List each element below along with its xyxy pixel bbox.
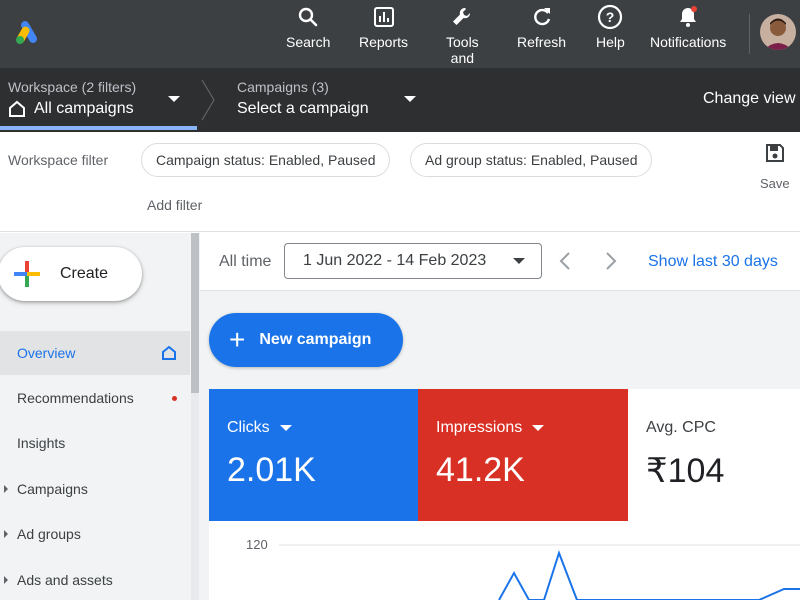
performance-chart-svg <box>279 544 800 600</box>
ad-group-status-chip[interactable]: Ad group status: Enabled, Paused <box>410 143 653 177</box>
previous-period-icon[interactable] <box>556 250 576 272</box>
new-campaign-button[interactable]: + New campaign <box>209 313 403 367</box>
date-range-value: 1 Jun 2022 - 14 Feb 2023 <box>303 252 487 269</box>
impressions-value: 41.2K <box>436 451 525 489</box>
help-icon: ? <box>597 4 623 30</box>
create-button[interactable]: Create <box>0 247 142 301</box>
workspace-filter-label: Workspace filter <box>8 152 109 168</box>
expand-arrow-icon[interactable] <box>4 576 8 584</box>
nav-notifications-label: Notifications <box>650 34 727 50</box>
avg-cpc-label: Avg. CPC <box>646 419 716 436</box>
nav-search[interactable]: Search <box>286 4 330 50</box>
nav-notifications[interactable]: Notifications <box>650 4 726 50</box>
google-ads-logo[interactable] <box>14 19 42 45</box>
show-last-30-days-link[interactable]: Show last 30 days <box>648 253 778 271</box>
campaigns-label: Campaigns (3) <box>237 79 329 95</box>
campaigns-value: Select a campaign <box>237 100 369 117</box>
nav-help-label: Help <box>596 34 625 50</box>
sidebar-item-ad-groups[interactable]: Ad groups <box>0 512 190 556</box>
google-ads-page: Search Reports Tools and Refresh ? Help <box>0 0 800 600</box>
nav-refresh[interactable]: Refresh <box>517 4 566 50</box>
date-range-select[interactable]: 1 Jun 2022 - 14 Feb 2023 <box>284 243 542 279</box>
workspace-value: All campaigns <box>34 100 134 117</box>
avg-cpc-value: ₹104 <box>646 452 725 490</box>
impressions-label: Impressions <box>436 419 523 436</box>
home-icon <box>9 100 25 117</box>
campaign-selector[interactable]: Campaigns (3) Select a campaign <box>237 78 369 120</box>
plus-icon <box>14 261 40 287</box>
sidebar-item-overview[interactable]: Overview <box>0 331 190 375</box>
sidebar-item-label: Recommendations <box>17 390 134 406</box>
clicks-label: Clicks <box>227 419 270 436</box>
date-range-label: All time <box>219 253 272 270</box>
workspace-active-indicator <box>0 126 197 130</box>
save-icon <box>765 144 784 162</box>
svg-text:?: ? <box>606 9 615 25</box>
expand-arrow-icon[interactable] <box>4 530 8 538</box>
avatar[interactable] <box>760 14 796 50</box>
sidebar-item-campaigns[interactable]: Campaigns <box>0 467 190 511</box>
clicks-series-line <box>498 549 800 600</box>
breadcrumb-chevron-icon <box>201 79 215 121</box>
sidebar-item-insights[interactable]: Insights <box>0 421 190 465</box>
avg-cpc-metric-card[interactable]: Avg. CPC ₹104 <box>628 389 800 521</box>
sidebar-item-label: Ads and assets <box>17 572 113 588</box>
filter-bar <box>0 132 800 232</box>
workspace-caret-icon[interactable] <box>168 96 180 102</box>
clicks-value: 2.01K <box>227 451 316 489</box>
next-period-icon[interactable] <box>600 250 620 272</box>
change-view-button[interactable]: Change view <box>703 90 796 108</box>
chevron-down-icon[interactable] <box>532 425 545 431</box>
add-filter-button[interactable]: Add filter <box>147 197 202 213</box>
home-icon <box>162 345 176 360</box>
workspace-label: Workspace (2 filters) <box>8 79 137 95</box>
impressions-metric-card[interactable]: Impressions 41.2K <box>418 389 628 521</box>
plus-icon: + <box>229 324 246 355</box>
tools-icon <box>449 4 475 30</box>
clicks-metric-card[interactable]: Clicks 2.01K <box>209 389 418 521</box>
sidebar-item-label: Ad groups <box>17 526 81 542</box>
workspace-selector[interactable]: Workspace (2 filters) All campaigns <box>8 78 136 120</box>
nav-refresh-label: Refresh <box>517 34 567 50</box>
sidebar-item-label: Campaigns <box>17 481 88 497</box>
search-icon <box>295 4 321 30</box>
nav-reports-label: Reports <box>359 34 409 50</box>
sidebar-item-recommendations[interactable]: Recommendations <box>0 376 190 420</box>
bell-icon <box>675 4 701 30</box>
save-label: Save <box>760 176 790 191</box>
campaign-status-chip[interactable]: Campaign status: Enabled, Paused <box>141 143 391 177</box>
chevron-down-icon[interactable] <box>513 258 525 264</box>
notification-dot <box>172 395 177 401</box>
nav-tools[interactable]: Tools and <box>446 4 479 66</box>
workspace-bar: Workspace (2 filters) All campaigns Camp… <box>0 68 800 132</box>
reports-icon <box>371 4 397 30</box>
nav-help[interactable]: ? Help <box>596 4 625 50</box>
top-divider <box>749 14 750 54</box>
sidebar-scrollbar-thumb[interactable] <box>191 233 199 393</box>
expand-arrow-icon[interactable] <box>4 485 8 493</box>
sidebar-item-ads-and-assets[interactable]: Ads and assets <box>0 558 190 600</box>
chevron-down-icon[interactable] <box>279 425 292 431</box>
create-label: Create <box>60 265 109 282</box>
nav-reports[interactable]: Reports <box>359 4 408 50</box>
nav-search-label: Search <box>286 34 331 50</box>
chart-y-tick: 120 <box>246 537 268 552</box>
performance-chart <box>209 521 800 600</box>
nav-tools-label: Tools and <box>446 34 479 66</box>
save-button[interactable]: Save <box>760 142 790 191</box>
campaign-caret-icon[interactable] <box>404 96 416 102</box>
sidebar-item-label: Insights <box>17 435 66 451</box>
sidebar-item-label: Overview <box>17 345 76 361</box>
refresh-icon <box>529 4 555 30</box>
top-bar: Search Reports Tools and Refresh ? Help <box>0 0 800 68</box>
new-campaign-label: New campaign <box>259 331 372 348</box>
